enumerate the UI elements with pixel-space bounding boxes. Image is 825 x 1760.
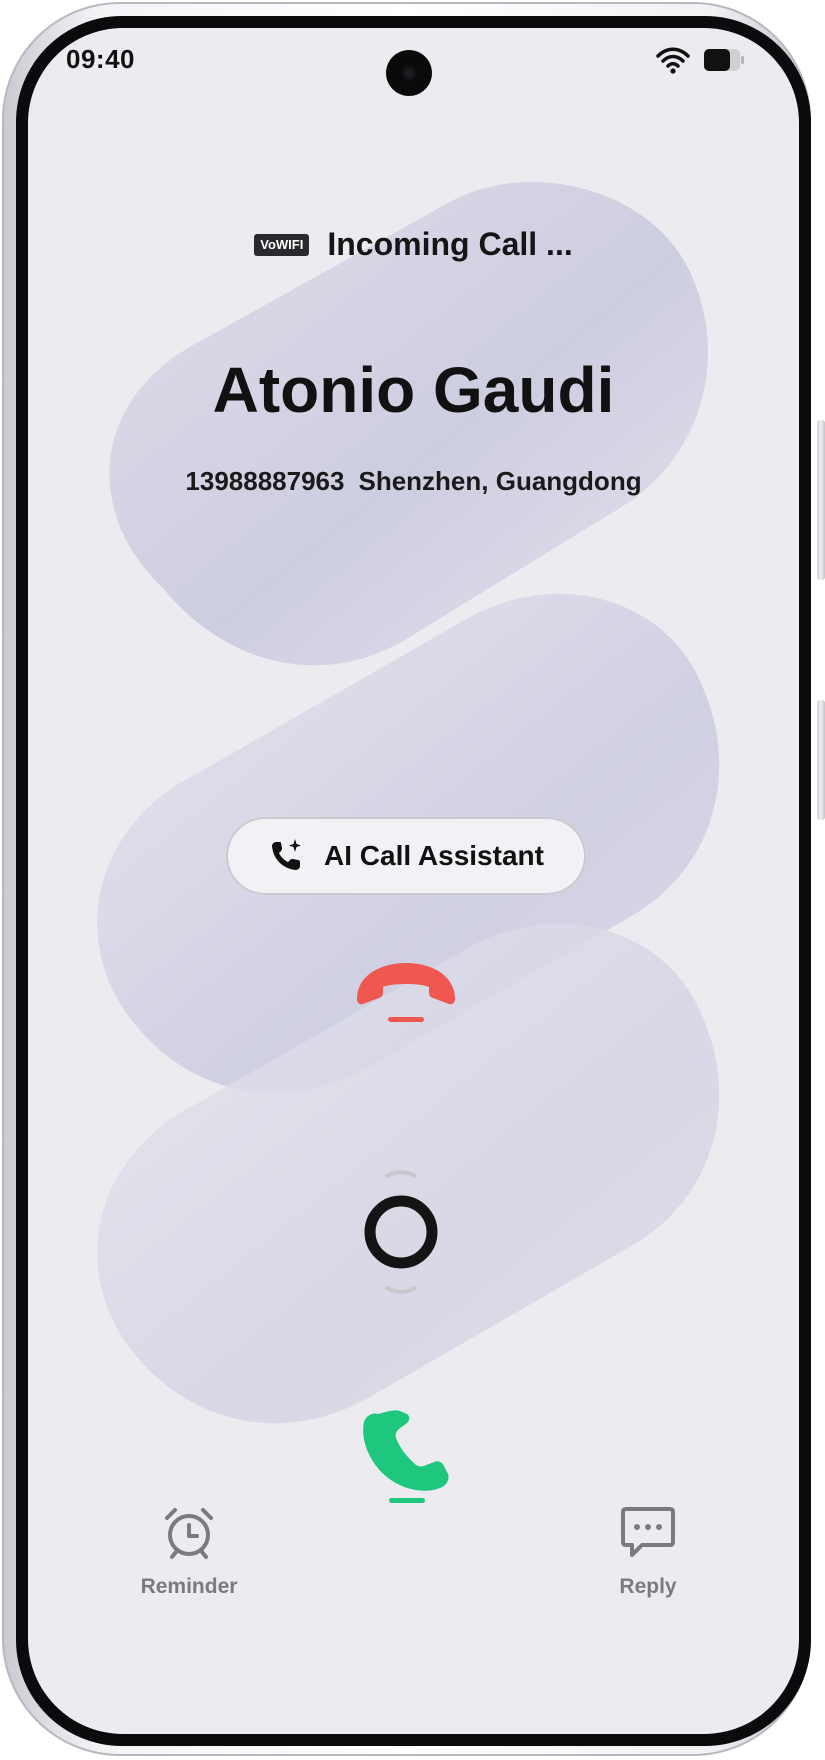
side-button-upper xyxy=(817,420,825,580)
caller-location: Shenzhen, Guangdong xyxy=(358,466,642,496)
reply-label: Reply xyxy=(619,1575,677,1598)
caller-detail: 13988887963 Shenzhen, Guangdong xyxy=(28,466,799,497)
side-button-lower xyxy=(817,700,825,820)
reply-action[interactable]: Reply xyxy=(578,1504,718,1599)
reminder-action[interactable]: Reminder xyxy=(119,1504,259,1599)
caller-phone-number: 13988887963 xyxy=(185,466,345,496)
call-screen: 09:40 VoWIFI Incoming Call ... Atonio Ga… xyxy=(28,28,799,1734)
reminder-label: Reminder xyxy=(140,1575,238,1598)
ai-call-assistant-button[interactable]: AI Call Assistant xyxy=(226,817,586,895)
call-status-row: VoWIFI Incoming Call ... xyxy=(28,226,799,263)
phone-device: 09:40 VoWIFI Incoming Call ... Atonio Ga… xyxy=(0,0,825,1760)
phone-sparkle-icon xyxy=(272,839,302,870)
battery-icon xyxy=(704,49,744,71)
slider-ring-icon[interactable] xyxy=(364,1167,438,1297)
decline-call-icon[interactable] xyxy=(353,961,459,1025)
answer-call-icon[interactable] xyxy=(358,1410,458,1506)
status-time: 09:40 xyxy=(66,44,135,74)
ai-call-assistant-label: AI Call Assistant xyxy=(324,840,544,871)
wifi-icon xyxy=(656,47,690,74)
message-bubble-icon xyxy=(621,1507,675,1557)
incoming-call-status: Incoming Call ... xyxy=(327,226,573,262)
front-camera xyxy=(386,50,432,96)
caller-name: Atonio Gaudi xyxy=(212,354,615,426)
alarm-clock-icon xyxy=(165,1508,213,1559)
vowifi-badge: VoWIFI xyxy=(254,233,310,256)
